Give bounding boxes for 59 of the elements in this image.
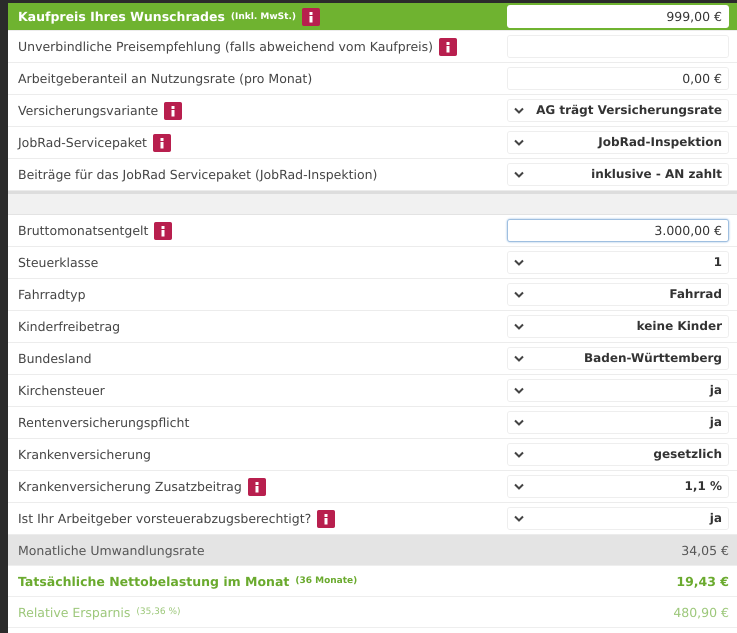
input-field[interactable]: 999,00 € <box>507 5 729 28</box>
result-note: (35,36 %) <box>136 607 181 617</box>
select-field[interactable]: keine Kinder <box>507 315 729 338</box>
field-label: Fahrradtyp <box>18 287 86 302</box>
chevron-down-icon <box>514 419 524 426</box>
select-field[interactable]: 1,1 % <box>507 475 729 498</box>
result-value: 480,90 € <box>673 604 729 620</box>
field-label: Kirchensteuer <box>18 383 105 398</box>
select-field[interactable]: 1 <box>507 251 729 274</box>
result-label: Relative Ersparnis <box>18 604 130 620</box>
chevron-down-icon <box>514 259 524 266</box>
result-label: Monatliche Umwandlungsrate <box>18 542 205 558</box>
field-label: JobRad-Servicepaket <box>18 135 147 150</box>
field-label: Krankenversicherung <box>18 447 151 462</box>
field-note: (Inkl. MwSt.) <box>230 12 296 22</box>
info-icon[interactable] <box>317 510 336 528</box>
field-label: Bundesland <box>18 351 92 366</box>
chevron-down-icon <box>514 387 524 394</box>
select-field[interactable]: ja <box>507 411 729 434</box>
result-value: 19,43 € <box>676 574 729 588</box>
field-label: Krankenversicherung Zusatzbeitrag <box>18 479 242 494</box>
chevron-down-icon <box>514 483 524 490</box>
field-label: Ist Ihr Arbeitgeber vorsteuerabzugsberechtigt? <box>18 511 312 526</box>
info-icon[interactable] <box>152 134 171 152</box>
field-label: Kinderfreibetrag <box>18 319 120 334</box>
input-field[interactable]: 0,00 € <box>507 67 729 90</box>
select-field[interactable]: Baden-Württemberg <box>507 347 729 370</box>
select-field[interactable]: JobRad-Inspektion <box>507 131 729 154</box>
field-label: Steuerklasse <box>18 255 98 270</box>
select-field[interactable]: Fahrrad <box>507 283 729 306</box>
select-field[interactable]: gesetzlich <box>507 443 729 466</box>
select-field[interactable]: AG trägt Versicherungsrate <box>507 99 729 122</box>
field-label: Rentenversicherungspflicht <box>18 415 190 430</box>
chevron-down-icon <box>514 515 524 522</box>
result-value: 34,05 € <box>681 542 729 558</box>
chevron-down-icon <box>514 355 524 362</box>
chevron-down-icon <box>514 451 524 458</box>
chevron-down-icon <box>514 291 524 298</box>
field-label: Versicherungsvariante <box>18 103 158 118</box>
result-label: Tatsächliche Nettobelastung im Monat <box>18 574 290 588</box>
chevron-down-icon <box>514 323 524 330</box>
field-label: Unverbindliche Preisempfehlung (falls abweichend vom Kaufpreis) <box>18 39 434 54</box>
chevron-down-icon <box>514 171 524 178</box>
result-note: (36 Monate) <box>295 576 358 586</box>
field-label: Arbeitgeberanteil an Nutzungsrate (pro Monat) <box>18 71 312 86</box>
input-field[interactable]: 3.000,00 € <box>507 219 729 242</box>
info-icon[interactable] <box>248 478 266 496</box>
select-field[interactable]: ja <box>507 379 729 402</box>
field-label: Kaufpreis Ihres Wunschrades <box>18 9 225 24</box>
select-field[interactable]: inklusive - AN zahlt <box>507 163 729 186</box>
info-icon[interactable] <box>164 102 182 120</box>
field-label: Beiträge für das JobRad Servicepaket (JobRad-Inspektion) <box>18 167 378 182</box>
chevron-down-icon <box>514 139 524 146</box>
info-icon[interactable] <box>439 38 458 56</box>
info-icon[interactable] <box>154 222 172 240</box>
select-field[interactable]: ja <box>507 507 729 530</box>
field-label: Bruttomonatsentgelt <box>18 223 148 238</box>
chevron-down-icon <box>514 107 524 114</box>
info-icon[interactable] <box>302 8 320 26</box>
